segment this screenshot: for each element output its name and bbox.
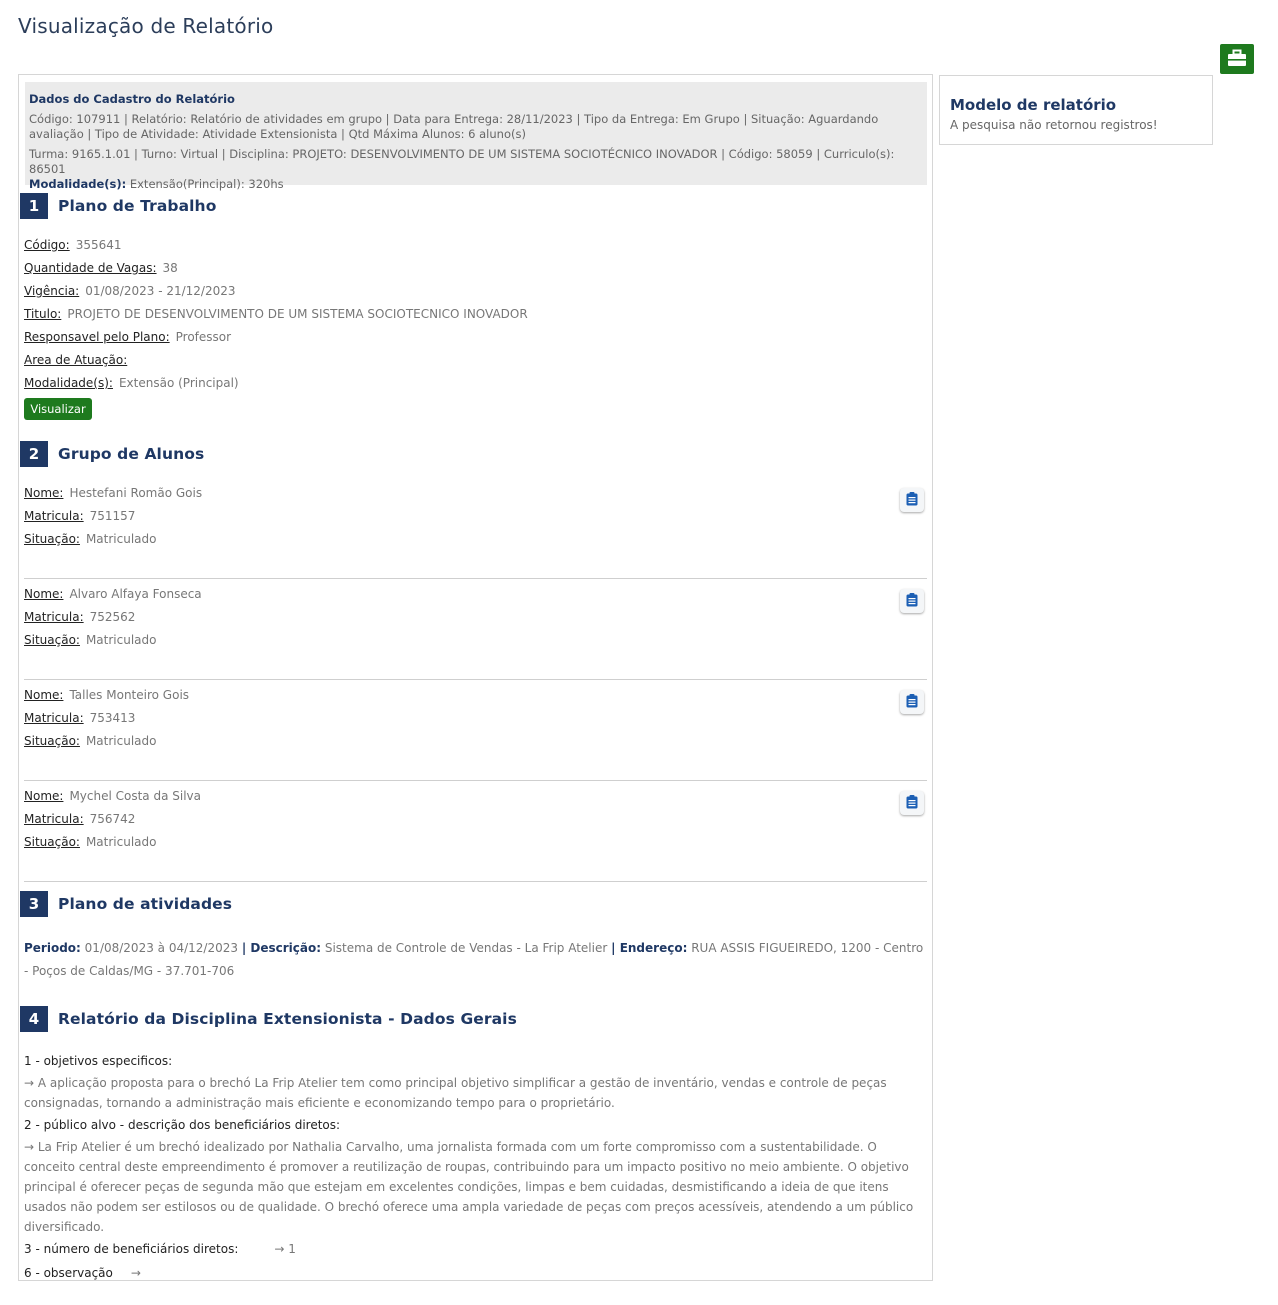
section-title: Grupo de Alunos xyxy=(58,445,205,463)
student-report-button[interactable] xyxy=(900,791,924,815)
question-1: 1 - objetivos especificos: xyxy=(24,1054,173,1068)
atividades-details: Periodo: 01/08/2023 à 04/12/2023 | Descr… xyxy=(24,941,924,978)
divider xyxy=(24,578,927,579)
question-2: 2 - público alvo - descrição dos benefic… xyxy=(24,1118,341,1132)
divider xyxy=(24,881,927,882)
answer-1: → A aplicação proposta para o brechó La … xyxy=(24,1076,887,1110)
student-card: Nome: Mychel Costa da Silva Matricula: 756… xyxy=(24,789,927,890)
section-number: 2 xyxy=(20,441,48,467)
section-relatorio-dados-gerais: 4 Relatório da Disciplina Extensionista … xyxy=(20,1006,517,1032)
plano-codigo: Código: 355641 xyxy=(24,238,122,252)
student-report-button[interactable] xyxy=(900,589,924,613)
clipboard-icon xyxy=(906,491,918,509)
report-registration-data: Dados do Cadastro do Relatório Código: 1… xyxy=(25,82,927,191)
student-matricula: Matricula: 756742 xyxy=(24,812,136,826)
modalidade-label: Modalidade(s): xyxy=(29,177,127,191)
question-6-row: 6 - observação → xyxy=(24,1263,924,1283)
report-model-panel: Modelo de relatório A pesquisa não retor… xyxy=(939,75,1213,145)
student-matricula: Matricula: 752562 xyxy=(24,610,136,624)
plano-responsavel: Responsavel pelo Plano: Professor xyxy=(24,330,232,344)
section-number: 4 xyxy=(20,1006,48,1032)
student-situacao: Situação: Matriculado xyxy=(24,633,157,647)
plano-titulo: Titulo: PROJETO DE DESENVOLVIMENTO DE UM … xyxy=(24,307,528,321)
plano-area: Area de Atuação: xyxy=(24,353,128,367)
student-situacao: Situação: Matriculado xyxy=(24,532,157,546)
empty-results-message: A pesquisa não retornou registros! xyxy=(950,118,1158,132)
report-model-title: Modelo de relatório xyxy=(950,96,1117,114)
plano-modalidade: Modalidade(s): Extensão (Principal) xyxy=(24,376,239,390)
visualizar-button[interactable]: Visualizar xyxy=(24,398,92,420)
clipboard-icon xyxy=(906,794,918,812)
student-nome: Nome: Talles Monteiro Gois xyxy=(24,688,190,702)
student-card: Nome: Alvaro Alfaya Fonseca Matricula: 752… xyxy=(24,587,927,688)
plano-vigencia: Vigência: 01/08/2023 - 21/12/2023 xyxy=(24,284,236,298)
student-card: Nome: Hestefani Romão Gois Matricula: 7511… xyxy=(24,486,927,587)
report-panel: Dados do Cadastro do Relatório Código: 1… xyxy=(18,74,933,1281)
section-plano-trabalho: 1 Plano de Trabalho xyxy=(20,193,216,219)
section-title: Relatório da Disciplina Extensionista - … xyxy=(58,1010,517,1028)
section-number: 3 xyxy=(20,891,48,917)
plano-vagas: Quantidade de Vagas: 38 xyxy=(24,261,178,275)
section-plano-atividades: 3 Plano de atividades xyxy=(20,891,232,917)
registration-title: Dados do Cadastro do Relatório xyxy=(29,92,235,106)
question-3: 3 - número de beneficiários diretos: xyxy=(24,1242,239,1256)
question-6: 6 - observação xyxy=(24,1266,113,1280)
relatorio-answers: 1 - objetivos especificos: → A aplicação… xyxy=(24,1051,924,1285)
student-matricula: Matricula: 753413 xyxy=(24,711,136,725)
registration-line-1: Código: 107911 | Relatório: Relatório de… xyxy=(29,112,879,141)
briefcase-icon xyxy=(1227,49,1247,70)
divider xyxy=(24,780,927,781)
student-situacao: Situação: Matriculado xyxy=(24,734,157,748)
section-grupo-alunos: 2 Grupo de Alunos xyxy=(20,441,204,467)
student-nome: Nome: Alvaro Alfaya Fonseca xyxy=(24,587,202,601)
answer-3: → 1 xyxy=(274,1242,296,1256)
student-report-button[interactable] xyxy=(900,690,924,714)
student-card: Nome: Talles Monteiro Gois Matricula: 7534… xyxy=(24,688,927,789)
divider xyxy=(24,679,927,680)
clipboard-icon xyxy=(906,693,918,711)
clipboard-icon xyxy=(906,592,918,610)
question-3-row: 3 - número de beneficiários diretos: → 1 xyxy=(24,1239,924,1259)
section-title: Plano de atividades xyxy=(58,895,233,913)
student-nome: Nome: Mychel Costa da Silva xyxy=(24,789,201,803)
answer-6: → xyxy=(130,1266,141,1280)
student-matricula: Matricula: 751157 xyxy=(24,509,136,523)
registration-line-2: Turma: 9165.1.01 | Turno: Virtual | Disc… xyxy=(29,147,923,192)
section-number: 1 xyxy=(20,193,48,219)
page-title: Visualização de Relatório xyxy=(18,14,274,38)
student-report-button[interactable] xyxy=(900,488,924,512)
briefcase-button[interactable] xyxy=(1220,44,1254,74)
section-title: Plano de Trabalho xyxy=(58,197,217,215)
student-situacao: Situação: Matriculado xyxy=(24,835,157,849)
student-nome: Nome: Hestefani Romão Gois xyxy=(24,486,203,500)
answer-2: → La Frip Atelier é um brechó idealizado… xyxy=(24,1140,914,1234)
modalidade-value: Extensão(Principal): 320hs xyxy=(129,177,284,191)
registration-line-2-text: Turma: 9165.1.01 | Turno: Virtual | Disc… xyxy=(29,147,895,176)
